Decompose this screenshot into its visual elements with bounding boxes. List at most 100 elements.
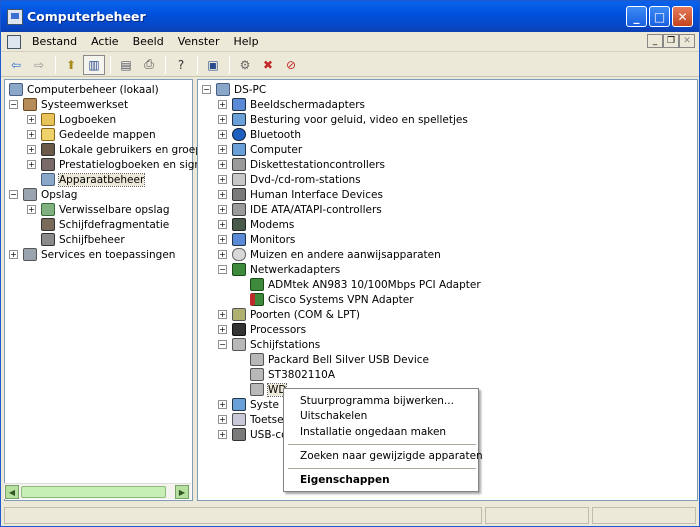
disk-drive-icon (250, 383, 264, 396)
device-category-netwerk[interactable]: − Netwerkadapters (218, 262, 340, 277)
expand-icon[interactable]: + (218, 220, 227, 229)
tree-item-services[interactable]: + Services en toepassingen (9, 247, 175, 262)
tree-label: Bluetooth (250, 128, 301, 141)
tree-item-apparaatbeheer[interactable]: Apparaatbeheer (41, 172, 146, 187)
forward-arrow-icon[interactable]: ⇨ (28, 55, 50, 75)
expand-icon[interactable]: + (218, 115, 227, 124)
expand-icon[interactable]: + (218, 415, 227, 424)
device-cisco[interactable]: Cisco Systems VPN Adapter (250, 292, 414, 307)
expand-icon[interactable]: + (218, 235, 227, 244)
scroll-left-icon[interactable]: ◀ (5, 485, 19, 499)
device-category-monitors[interactable]: + Monitors (218, 232, 295, 247)
expand-icon[interactable]: + (218, 205, 227, 214)
expand-icon[interactable]: + (218, 250, 227, 259)
disable-icon[interactable]: ⊘ (280, 55, 302, 75)
expand-icon[interactable]: + (27, 145, 36, 154)
child-close-button[interactable]: ✕ (679, 34, 695, 48)
device-admtek[interactable]: ADMtek AN983 10/100Mbps PCI Adapter (250, 277, 481, 292)
title-bar[interactable]: Computerbeheer _ □ ✕ (1, 1, 699, 32)
menu-item-update-driver[interactable]: Stuurprogramma bijwerken... (300, 395, 454, 407)
expand-icon[interactable]: + (218, 100, 227, 109)
tree-item-opslag[interactable]: − Opslag (9, 187, 77, 202)
device-category-modems[interactable]: + Modems (218, 217, 294, 232)
minimize-button[interactable]: _ (626, 6, 647, 27)
expand-icon[interactable]: + (218, 310, 227, 319)
menu-item-scan-hardware[interactable]: Zoeken naar gewijzigde apparaten (300, 450, 483, 462)
help-icon[interactable]: ? (170, 55, 192, 75)
expand-icon[interactable]: + (9, 250, 18, 259)
tree-item-schijfbeheer[interactable]: Schijfbeheer (41, 232, 125, 247)
computer-icon (232, 143, 246, 156)
collapse-icon[interactable]: − (9, 190, 18, 199)
menu-help[interactable]: Help (226, 35, 265, 48)
update-driver-icon[interactable]: ⚙ (234, 55, 256, 75)
device-category-processors[interactable]: + Processors (218, 322, 306, 337)
expand-icon[interactable]: + (218, 130, 227, 139)
tree-item-systeemwerkset[interactable]: − Systeemwerkset (9, 97, 128, 112)
device-category-bluetooth[interactable]: + Bluetooth (218, 127, 301, 142)
horizontal-scrollbar[interactable]: ◀ ▶ (4, 483, 191, 499)
device-category-muizen[interactable]: + Muizen en andere aanwijsapparaten (218, 247, 441, 262)
device-category-dvd[interactable]: + Dvd-/cd-rom-stations (218, 172, 361, 187)
device-st3802110a[interactable]: ST3802110A (250, 367, 335, 382)
menu-bestand[interactable]: Bestand (25, 35, 84, 48)
device-category-usb[interactable]: + USB-co (218, 427, 288, 442)
expand-icon[interactable]: + (218, 190, 227, 199)
scroll-thumb[interactable] (21, 486, 166, 498)
scan-hardware-icon[interactable]: ▣ (202, 55, 224, 75)
tree-item-gedeelde-mappen[interactable]: + Gedeelde mappen (27, 127, 156, 142)
device-root[interactable]: − DS-PC (202, 82, 266, 97)
expand-icon[interactable]: + (218, 400, 227, 409)
scroll-right-icon[interactable]: ▶ (175, 485, 189, 499)
device-category-beeldscherm[interactable]: + Beeldschermadapters (218, 97, 365, 112)
device-category-toetsenborden[interactable]: + Toetse (218, 412, 284, 427)
menu-item-disable[interactable]: Uitschakelen (300, 410, 367, 422)
expand-icon[interactable]: + (218, 430, 227, 439)
expand-icon[interactable]: + (218, 175, 227, 184)
properties-icon[interactable]: ▤ (115, 55, 137, 75)
back-arrow-icon[interactable]: ⇦ (5, 55, 27, 75)
collapse-icon[interactable]: − (9, 100, 18, 109)
device-category-computer[interactable]: + Computer (218, 142, 302, 157)
device-category-poorten[interactable]: + Poorten (COM & LPT) (218, 307, 360, 322)
device-category-hid[interactable]: + Human Interface Devices (218, 187, 383, 202)
device-category-diskette[interactable]: + Diskettestationcontrollers (218, 157, 385, 172)
uninstall-icon[interactable]: ✖ (257, 55, 279, 75)
tree-root-computerbeheer[interactable]: Computerbeheer (lokaal) (9, 82, 159, 97)
close-button[interactable]: ✕ (672, 6, 693, 27)
expand-icon[interactable]: + (218, 325, 227, 334)
device-category-schijfstations[interactable]: − Schijfstations (218, 337, 320, 352)
tree-label: Netwerkadapters (250, 263, 341, 276)
device-category-ide[interactable]: + IDE ATA/ATAPI-controllers (218, 202, 382, 217)
expand-icon[interactable]: + (218, 145, 227, 154)
child-restore-button[interactable]: ❐ (663, 34, 679, 48)
menu-actie[interactable]: Actie (84, 35, 126, 48)
console-tree-pane[interactable]: Computerbeheer (lokaal) − Systeemwerkset… (4, 79, 251, 501)
expand-icon[interactable]: + (27, 115, 36, 124)
collapse-icon[interactable]: − (202, 85, 211, 94)
print-icon[interactable]: ⎙ (138, 55, 160, 75)
up-folder-icon[interactable]: ⬆ (60, 55, 82, 75)
device-category-besturing[interactable]: + Besturing voor geluid, video en spelle… (218, 112, 468, 127)
expand-icon[interactable]: + (218, 160, 227, 169)
tree-item-verwisselbare-opslag[interactable]: + Verwisselbare opslag (27, 202, 170, 217)
child-minimize-button[interactable]: _ (647, 34, 663, 48)
expand-icon[interactable]: + (27, 160, 36, 169)
collapse-icon[interactable]: − (218, 340, 227, 349)
menu-beeld[interactable]: Beeld (126, 35, 171, 48)
menu-item-uninstall[interactable]: Installatie ongedaan maken (300, 426, 446, 438)
expand-icon[interactable]: + (27, 130, 36, 139)
device-wd[interactable]: WD (250, 382, 288, 397)
maximize-button[interactable]: □ (649, 6, 670, 27)
show-hide-tree-icon[interactable]: ▥ (83, 54, 105, 75)
menu-item-properties[interactable]: Eigenschappen (300, 474, 390, 486)
device-category-systeem[interactable]: + Syste (218, 397, 279, 412)
device-packard-bell[interactable]: Packard Bell Silver USB Device (250, 352, 429, 367)
menu-venster[interactable]: Venster (171, 35, 227, 48)
collapse-icon[interactable]: − (218, 265, 227, 274)
expand-icon[interactable]: + (27, 205, 36, 214)
system-menu-icon[interactable] (7, 34, 21, 49)
tree-item-logboeken[interactable]: + Logboeken (27, 112, 116, 127)
tree-item-schijfdefragmentatie[interactable]: Schijfdefragmentatie (41, 217, 169, 232)
tree-item-lokale-gebruikers[interactable]: + Lokale gebruikers en groepen (27, 142, 215, 157)
